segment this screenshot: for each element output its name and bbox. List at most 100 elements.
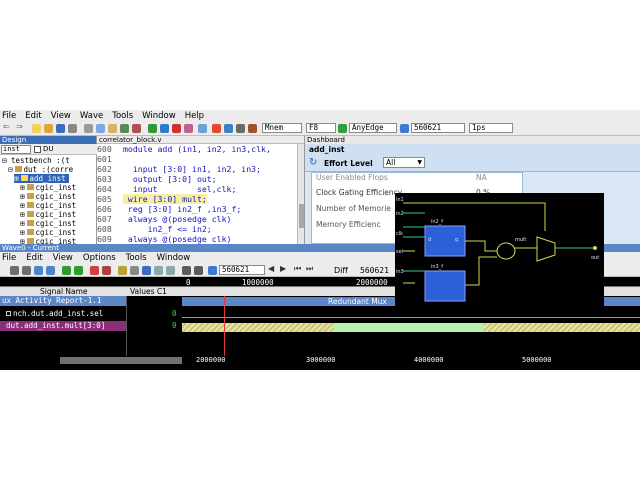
tree-item-cgic-inst[interactable]: ⊞ cgic_inst (20, 183, 76, 192)
function-key-select[interactable]: F8 (306, 123, 336, 133)
time-input[interactable]: 560621 (411, 123, 465, 133)
zoom-fit-icon[interactable] (34, 266, 43, 275)
collapse-icon[interactable] (166, 266, 175, 275)
horizontal-scrollbar[interactable] (60, 357, 182, 364)
wave-menu-file[interactable]: File (2, 253, 16, 263)
tree-item-testbench[interactable]: ⊟ testbench :(t (2, 156, 70, 165)
print-icon[interactable] (68, 124, 77, 133)
code-line: 602 input [3:0] in1, in2, in3; (97, 164, 261, 174)
paste-icon[interactable] (108, 124, 117, 133)
signal-row[interactable]: ux Activity Report-1.1 (0, 296, 126, 306)
main-menubar: File Edit View Wave Tools Window Help (0, 110, 640, 122)
tree-item-cgic-inst[interactable]: ⊞ cgic_inst (20, 228, 76, 237)
marker-add-icon[interactable] (90, 266, 99, 275)
cursor-icon[interactable] (194, 266, 203, 275)
cursor-time-input[interactable]: 560621 (219, 265, 265, 275)
zoom-icon[interactable] (132, 124, 141, 133)
wave-menu-options[interactable]: Options (83, 253, 116, 263)
schematic-view[interactable]: in1 in2 clk in3 sel d q in2_f in3_f mult… (395, 193, 604, 308)
effort-level-select[interactable]: All ▼ (383, 157, 425, 168)
link-icon[interactable] (224, 124, 233, 133)
scope-select[interactable]: inst (1, 145, 31, 154)
wave-menu-tools[interactable]: Tools (126, 253, 147, 263)
zoom-in-icon[interactable] (10, 266, 19, 275)
reload-icon[interactable] (198, 124, 207, 133)
cut-icon[interactable] (84, 124, 93, 133)
stop-icon[interactable] (172, 124, 181, 133)
signal-add-icon[interactable] (118, 266, 127, 275)
goto-cursor-icon[interactable] (208, 266, 217, 275)
zoom-out-icon[interactable] (22, 266, 31, 275)
source-tab[interactable]: correlator_block.v (97, 136, 304, 144)
line-number: 606 (97, 204, 112, 214)
line-number: 608 (97, 224, 112, 234)
code-area[interactable]: 600 module add (in1, in2, in3,clk, 601 60… (97, 144, 297, 244)
tree-item-dut[interactable]: ⊟ dut :(corre (8, 165, 73, 174)
first-icon[interactable]: ⏮ (294, 264, 303, 273)
break-icon[interactable] (184, 124, 193, 133)
menu-view[interactable]: View (51, 111, 71, 121)
du-checkbox[interactable] (34, 146, 41, 153)
next-edge-icon[interactable] (74, 266, 83, 275)
refresh-icon[interactable]: ↻ (309, 157, 317, 168)
config-icon[interactable] (248, 124, 257, 133)
source-scrollbar[interactable] (297, 144, 304, 244)
menu-window[interactable]: Window (142, 111, 176, 121)
step-back-icon[interactable]: ◀ (268, 264, 277, 273)
tree-item-cgic-inst[interactable]: ⊞ cgic_inst (20, 192, 76, 201)
menu-edit[interactable]: Edit (25, 111, 41, 121)
step-fwd-icon[interactable]: ▶ (280, 264, 289, 273)
edge-select[interactable]: AnyEdge (349, 123, 397, 133)
edge-select-value: AnyEdge (352, 123, 384, 132)
du-label: DU (43, 145, 54, 153)
zoom-full-icon[interactable] (46, 266, 55, 275)
group-icon[interactable] (142, 266, 151, 275)
compile-icon[interactable] (236, 124, 245, 133)
tree-item-cgic-inst[interactable]: ⊞ cgic_inst (20, 237, 76, 244)
tree-item-cgic-inst[interactable]: ⊞ cgic_inst (20, 210, 76, 219)
open-folder-icon[interactable] (44, 124, 53, 133)
signal-row-selected[interactable]: dut.add_inst.mult[3:0] (0, 321, 126, 331)
edge-search-icon[interactable] (338, 124, 347, 133)
marker-del-icon[interactable] (102, 266, 111, 275)
copy-icon[interactable] (96, 124, 105, 133)
menu-tools[interactable]: Tools (112, 111, 133, 121)
wave-menu-view[interactable]: View (53, 253, 73, 263)
wave-menu-window[interactable]: Window (157, 253, 191, 263)
design-scope-row: inst DU (0, 144, 97, 155)
line-text: always @(posedge clk) (123, 234, 232, 244)
expand-icon[interactable] (154, 266, 163, 275)
step-icon[interactable] (160, 124, 169, 133)
new-file-icon[interactable] (32, 124, 41, 133)
time-unit-select[interactable]: 1ps (469, 123, 513, 133)
multiplier (496, 242, 516, 260)
last-icon[interactable]: ⏭ (306, 264, 315, 273)
snap-icon[interactable] (182, 266, 191, 275)
forward-arrow-icon[interactable]: ⇒ (16, 122, 25, 131)
menu-help[interactable]: Help (185, 111, 204, 121)
cursor-line[interactable] (224, 296, 225, 356)
dashboard-header: add_inst ↻ Effort Level All ▼ (305, 144, 640, 172)
wave-menu-edit[interactable]: Edit (26, 253, 42, 263)
source-tab-label: correlator_block.v (99, 136, 162, 144)
tree-item-cgic-inst[interactable]: ⊞ cgic_inst (20, 201, 76, 210)
menu-file[interactable]: File (2, 111, 16, 121)
find-icon[interactable] (120, 124, 129, 133)
diff-label: Diff (334, 266, 348, 275)
line-text: in2_f <= in2; (123, 224, 212, 234)
menu-wave[interactable]: Wave (80, 111, 103, 121)
unit-select[interactable]: Mnem (262, 123, 302, 133)
back-arrow-icon[interactable]: ⇐ (3, 122, 12, 131)
signal-row[interactable]: nch.dut.add_inst.sel (0, 309, 126, 319)
run-icon[interactable] (148, 124, 157, 133)
dashboard-row: User Enabled Flops NA (316, 173, 521, 183)
schematic-label: q (455, 237, 458, 243)
row-label: Memory Efficienc (316, 220, 381, 229)
tree-item-cgic-inst[interactable]: ⊞ cgic_inst (20, 219, 76, 228)
goto-time-icon[interactable] (400, 124, 409, 133)
tree-item-add-inst[interactable]: ⊞ add_inst (14, 174, 69, 183)
save-icon[interactable] (56, 124, 65, 133)
signal-del-icon[interactable] (130, 266, 139, 275)
marker-icon[interactable] (212, 124, 221, 133)
prev-edge-icon[interactable] (62, 266, 71, 275)
